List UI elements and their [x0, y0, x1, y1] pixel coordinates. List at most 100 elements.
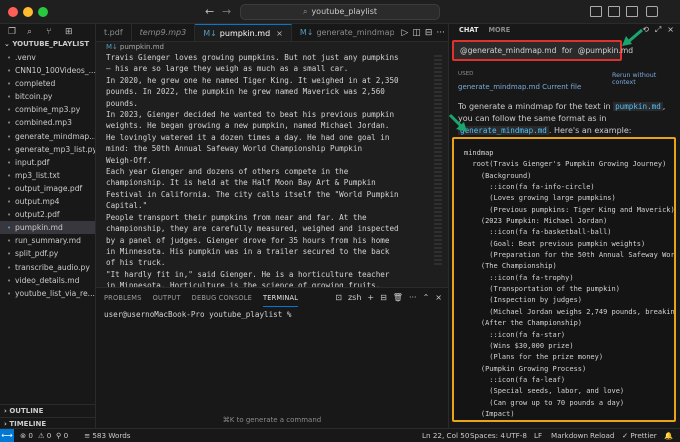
file-item[interactable]: • mp3_list.txt	[0, 169, 95, 182]
close-icon[interactable]: ×	[435, 293, 442, 302]
customize-layout-icon[interactable]	[646, 6, 658, 17]
indentation[interactable]: Spaces: 4	[470, 429, 505, 442]
file-item[interactable]: • youtube_list_via_re...	[0, 287, 95, 300]
editor-tab[interactable]: M↓ pumpkin.md ×	[195, 24, 292, 41]
remote-icon[interactable]: ⟷	[0, 429, 14, 442]
file-item[interactable]: • output2.pdf	[0, 208, 95, 221]
file-name: output_image.pdf	[15, 183, 83, 193]
file-item[interactable]: • CNN10_100Videos_...	[0, 64, 95, 77]
source-control-icon[interactable]: ⑂	[46, 26, 58, 38]
terminal-prompt[interactable]: user@usernoMacBook-Pro youtube_playlist …	[96, 310, 448, 319]
warnings-indicator[interactable]: ⚠ 0	[38, 429, 51, 442]
encoding[interactable]: UTF-8	[506, 429, 527, 442]
file-item[interactable]: • run_summary.md	[0, 234, 95, 247]
editor-line: People transport their pumpkins from nea…	[106, 212, 367, 222]
more-actions-icon[interactable]: ···	[409, 293, 417, 302]
file-name: mp3_list.txt	[15, 170, 60, 180]
errors-indicator[interactable]: ⊗ 0	[20, 429, 33, 442]
file-item[interactable]: • transcribe_audio.py	[0, 261, 95, 274]
file-item[interactable]: • video_details.md	[0, 274, 95, 287]
file-item[interactable]: • output_image.pdf	[0, 182, 95, 195]
language-mode[interactable]: Markdown	[551, 429, 588, 442]
used-context-file[interactable]: generate_mindmap.md Current file	[458, 83, 581, 91]
editor-tab-bar: t.pdf temp9.mp3 M↓ pumpkin.md × M↓ generate_mi…	[96, 24, 448, 42]
editor-line: of his truck.	[106, 258, 166, 268]
file-item[interactable]: • split_pdf.py	[0, 247, 95, 260]
editor-tab[interactable]: temp9.mp3	[132, 24, 196, 41]
explorer-header[interactable]: ⌄ YOUTUBE_PLAYLIST	[0, 38, 95, 51]
more-actions-icon[interactable]: ···	[436, 28, 445, 38]
trash-icon[interactable]: 🗑	[393, 293, 403, 302]
back-arrow-icon[interactable]: ←	[205, 5, 214, 18]
tab-label: t.pdf	[104, 28, 123, 37]
preview-icon[interactable]: ◫	[412, 28, 421, 38]
close-icon[interactable]: ×	[667, 25, 674, 34]
file-list: • .venv • CNN10_100Videos_... • completed • bit…	[0, 51, 95, 300]
toggle-panel-icon[interactable]	[608, 6, 620, 17]
close-icon[interactable]: ×	[276, 29, 283, 38]
rerun-without-context-link[interactable]: Rerun without context	[612, 72, 680, 86]
file-icon: •	[7, 54, 12, 62]
breadcrumb[interactable]: M↓ pumpkin.md	[96, 42, 448, 53]
toggle-sidebar-icon[interactable]	[590, 6, 602, 17]
maximize-window-button[interactable]	[38, 7, 48, 17]
editor-text[interactable]: Travis Gienger loves growing pumpkins. B…	[106, 53, 431, 287]
minimize-window-button[interactable]	[23, 7, 33, 17]
panel-tab[interactable]: TERMINAL	[263, 288, 299, 307]
panel-tab[interactable]: OUTPUT	[153, 288, 181, 307]
cursor-position[interactable]: Ln 22, Col 50	[422, 429, 469, 442]
file-item[interactable]: • combined.mp3	[0, 116, 95, 129]
panel-tab[interactable]: PROBLEMS	[104, 288, 142, 307]
close-window-button[interactable]	[8, 7, 18, 17]
panel-tab[interactable]: DEBUG CONSOLE	[192, 288, 252, 307]
file-icon: •	[7, 67, 12, 76]
code-text: mindmap root(Travis Gienger's Pumpkin Gr…	[464, 148, 674, 420]
chat-prompt[interactable]: @generate_mindmap.md for @pumpkin.md	[452, 40, 633, 61]
file-item[interactable]: • input.pdf	[0, 156, 95, 169]
mindmap-code-block[interactable]: mindmap root(Travis Gienger's Pumpkin Gr…	[452, 137, 676, 422]
search-icon: ⌕	[302, 7, 308, 16]
extensions-icon[interactable]: ⊞	[65, 26, 77, 38]
file-item[interactable]: • completed	[0, 77, 95, 90]
ports-indicator[interactable]: ⚲ 0	[56, 429, 68, 442]
toggle-secondary-sidebar-icon[interactable]	[626, 6, 638, 17]
file-item[interactable]: • pumpkin.md	[0, 221, 95, 235]
search-icon[interactable]: ⌕	[27, 26, 39, 38]
file-item[interactable]: • combine_mp3.py	[0, 103, 95, 116]
split-editor-icon[interactable]: ⊟	[425, 28, 433, 38]
file-item[interactable]: • generate_mindmap...	[0, 130, 95, 143]
tab-more[interactable]: MORE	[488, 26, 510, 34]
file-item[interactable]: • bitcoin.py	[0, 90, 95, 103]
editor-tab[interactable]: t.pdf	[96, 24, 132, 41]
file-icon: •	[7, 237, 12, 246]
notifications-bell-icon[interactable]: 🔔	[664, 429, 673, 442]
add-terminal-icon[interactable]: +	[367, 293, 374, 302]
command-center-search[interactable]: ⌕ youtube_playlist	[240, 4, 440, 20]
file-icon: •	[7, 119, 12, 128]
prettier-status[interactable]: ✓ Prettier	[622, 429, 657, 442]
outline-section[interactable]: › OUTLINE	[0, 404, 96, 417]
file-item[interactable]: • .venv	[0, 51, 95, 64]
editor-line: — his are so large they weigh as much as…	[106, 64, 349, 74]
expand-icon[interactable]: ⤢	[655, 25, 661, 34]
tab-chat[interactable]: CHAT	[459, 26, 478, 34]
shell-name[interactable]: zsh	[348, 293, 361, 302]
forward-arrow-icon[interactable]: →	[222, 5, 231, 18]
editor-line: Each year Gienger and dozens of others c…	[106, 167, 349, 177]
file-name: video_details.md	[15, 275, 80, 285]
editor[interactable]: Travis Gienger loves growing pumpkins. B…	[96, 53, 448, 287]
minimap[interactable]	[434, 55, 442, 265]
word-count: ≡ 583 Words	[84, 431, 131, 440]
file-item[interactable]: • output.mp4	[0, 195, 95, 208]
editor-line: Travis Gienger loves growing pumpkins. B…	[106, 53, 399, 62]
markdown-file-icon: M↓	[299, 28, 314, 37]
reload-button[interactable]: Reload	[590, 429, 614, 442]
split-terminal-icon[interactable]: ⊟	[380, 293, 387, 302]
code-line: (Can grow up to 70 pounds a day)	[464, 398, 625, 407]
line-endings[interactable]: LF	[534, 429, 542, 442]
files-icon[interactable]: ❐	[8, 26, 20, 38]
run-icon[interactable]: ▷	[401, 28, 408, 38]
file-icon: •	[7, 224, 12, 233]
file-item[interactable]: • generate_mp3_list.py	[0, 143, 95, 156]
chevron-up-icon[interactable]: ⌃	[423, 293, 430, 302]
